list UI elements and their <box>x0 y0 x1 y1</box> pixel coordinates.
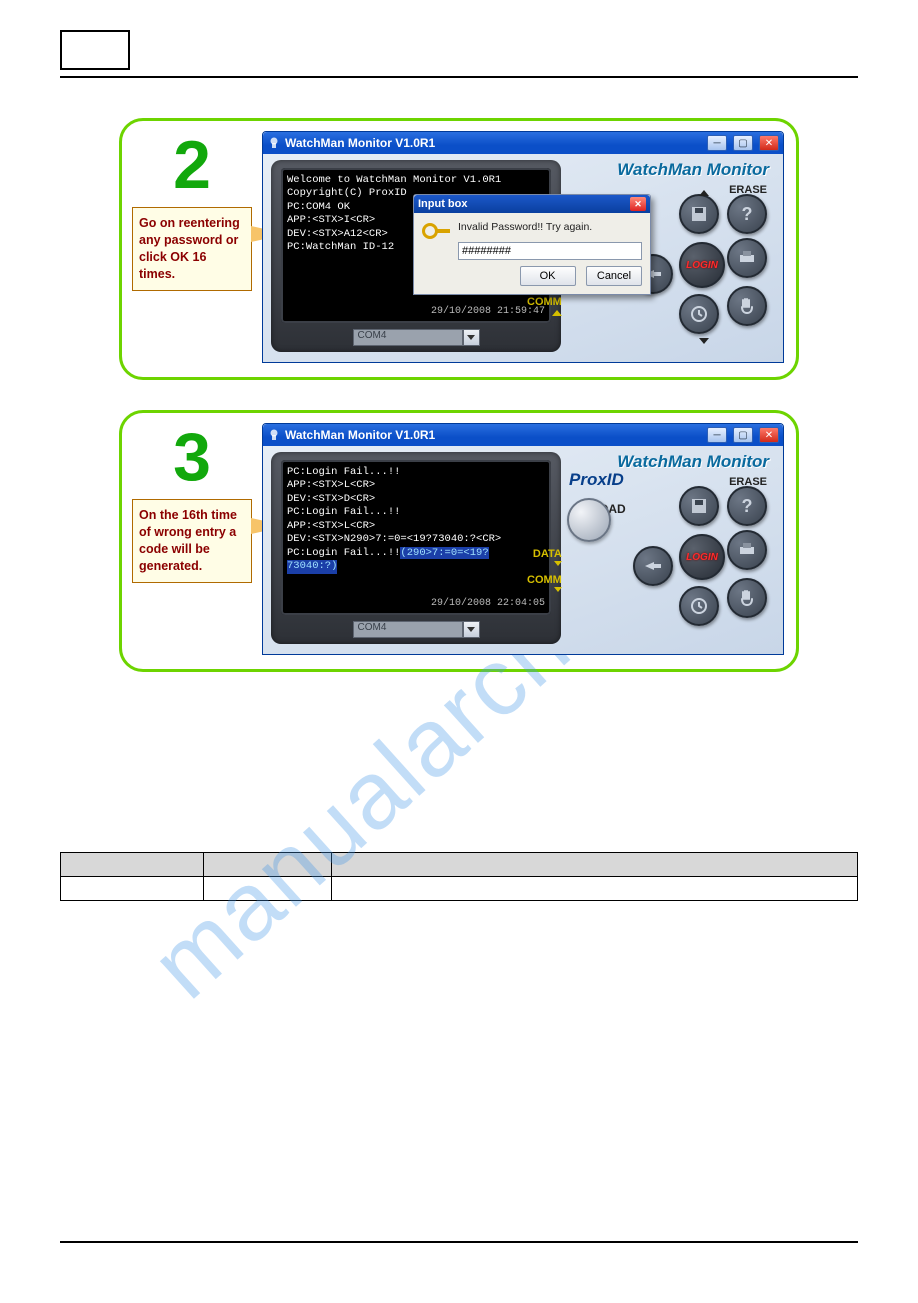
pointer-button[interactable] <box>633 546 673 586</box>
app-window: WatchMan Monitor V1.0R1 ─ ▢ ✕ PC:Login F… <box>262 423 784 655</box>
maximize-button[interactable]: ▢ <box>733 135 753 151</box>
step-number: 3 <box>132 423 252 491</box>
footer-rule <box>60 1241 858 1243</box>
app-icon <box>267 136 281 150</box>
control-panel: WatchMan Monitor ProxID ERASE UPLOAD DAT… <box>569 452 775 644</box>
login-label: LOGIN <box>686 552 718 563</box>
callout-step2: Go on reentering any password or click O… <box>132 207 252 291</box>
button-pad: ? LOGIN <box>615 486 775 636</box>
console-line: PC:Login Fail...!!(290>7:=0=<19? <box>287 547 545 560</box>
comm-label: COMM <box>527 296 562 308</box>
arrow-down-icon <box>699 338 709 344</box>
printer-icon <box>738 542 756 558</box>
dialog-message: Invalid Password!! Try again. <box>458 221 642 233</box>
clock-button[interactable] <box>679 294 719 334</box>
maximize-button[interactable]: ▢ <box>733 427 753 443</box>
comm-label: COMM <box>527 574 562 586</box>
port-combo[interactable]: COM4 <box>353 621 463 638</box>
header-box <box>60 30 130 70</box>
question-icon: ? <box>742 496 753 517</box>
hand-stop-icon <box>738 297 756 315</box>
login-label: LOGIN <box>686 260 718 271</box>
arrow-up-icon <box>552 310 562 316</box>
window-title: WatchMan Monitor V1.0R1 <box>285 428 701 442</box>
step-panel-2: 2 Go on reentering any password or click… <box>119 118 799 380</box>
console-screen: PC:Login Fail...!! APP:<STX>L<CR> DEV:<S… <box>281 460 551 615</box>
minimize-button[interactable]: ─ <box>707 427 727 443</box>
callout-text: On the 16th time of wrong entry a code w… <box>139 508 237 573</box>
port-combo[interactable]: COM4 <box>353 329 463 346</box>
console-line: PC:Login Fail...!! <box>287 466 545 479</box>
brand-label: WatchMan Monitor <box>569 160 775 180</box>
print-button[interactable] <box>727 530 767 570</box>
printer-icon <box>738 250 756 266</box>
hand-point-icon <box>644 559 662 573</box>
help-button[interactable]: ? <box>727 486 767 526</box>
password-input[interactable] <box>458 242 642 260</box>
clock-icon <box>690 597 708 615</box>
save-button[interactable] <box>679 486 719 526</box>
print-button[interactable] <box>727 238 767 278</box>
cancel-button[interactable]: Cancel <box>586 266 642 286</box>
empty-table <box>60 852 858 901</box>
window-titlebar: WatchMan Monitor V1.0R1 ─ ▢ ✕ <box>263 132 783 154</box>
dialog-title: Input box <box>418 198 468 210</box>
brand-label: WatchMan Monitor <box>569 452 775 472</box>
window-titlebar: WatchMan Monitor V1.0R1 ─ ▢ ✕ <box>263 424 783 446</box>
chevron-down-icon <box>467 627 475 632</box>
console-frame: PC:Login Fail...!! APP:<STX>L<CR> DEV:<S… <box>271 452 561 644</box>
arrow-down-icon <box>554 561 562 566</box>
combo-dropdown-button[interactable] <box>463 621 480 638</box>
login-button[interactable]: LOGIN <box>679 534 725 580</box>
question-icon: ? <box>742 204 753 225</box>
port-selector: COM4 <box>281 329 551 346</box>
step-panel-3: 3 On the 16th time of wrong entry a code… <box>119 410 799 672</box>
combo-dropdown-button[interactable] <box>463 329 480 346</box>
upload-button[interactable] <box>567 498 611 542</box>
dialog-close-button[interactable]: ✕ <box>630 197 646 211</box>
console-line: APP:<STX>L<CR> <box>287 520 545 533</box>
document-page: manualarchive.co 2 Go on reentering any … <box>0 0 918 1303</box>
table-row <box>61 877 858 901</box>
port-selector: COM4 <box>281 621 551 638</box>
close-button[interactable]: ✕ <box>759 427 779 443</box>
help-button[interactable]: ? <box>727 194 767 234</box>
arrow-down-icon <box>554 587 562 592</box>
console-line: PC:Login Fail...!! <box>287 506 545 519</box>
app-icon <box>267 428 281 442</box>
console-line-highlight: 73040:?) <box>287 560 337 573</box>
console-line: APP:<STX>L<CR> <box>287 479 545 492</box>
arrow-up-icon <box>699 190 709 196</box>
clock-icon <box>690 305 708 323</box>
app-window: WatchMan Monitor V1.0R1 ─ ▢ ✕ Welcome to… <box>262 131 784 363</box>
chevron-down-icon <box>467 335 475 340</box>
data-label: DATA <box>527 548 562 560</box>
console-line: Welcome to WatchMan Monitor V1.0R1 <box>287 174 545 187</box>
close-button[interactable]: ✕ <box>759 135 779 151</box>
floppy-icon <box>690 497 708 515</box>
step-number: 2 <box>132 131 252 199</box>
save-button[interactable] <box>679 194 719 234</box>
console-timestamp: 29/10/2008 22:04:05 <box>431 598 545 611</box>
clock-button[interactable] <box>679 586 719 626</box>
ok-button[interactable]: OK <box>520 266 576 286</box>
input-dialog: Input box ✕ Invalid Password!! Try again… <box>413 194 651 295</box>
key-icon <box>422 221 450 249</box>
stop-button[interactable] <box>727 286 767 326</box>
minimize-button[interactable]: ─ <box>707 135 727 151</box>
login-button[interactable]: LOGIN <box>679 242 725 288</box>
callout-step3: On the 16th time of wrong entry a code w… <box>132 499 252 583</box>
hand-stop-icon <box>738 589 756 607</box>
table-row <box>61 853 858 877</box>
stop-button[interactable] <box>727 578 767 618</box>
floppy-icon <box>690 205 708 223</box>
console-line: DEV:<STX>D<CR> <box>287 493 545 506</box>
callout-text: Go on reentering any password or click O… <box>139 216 240 281</box>
console-line: DEV:<STX>N290>7:=0=<19?73040:?<CR> <box>287 533 545 546</box>
header-rule <box>60 76 858 78</box>
window-title: WatchMan Monitor V1.0R1 <box>285 136 701 150</box>
